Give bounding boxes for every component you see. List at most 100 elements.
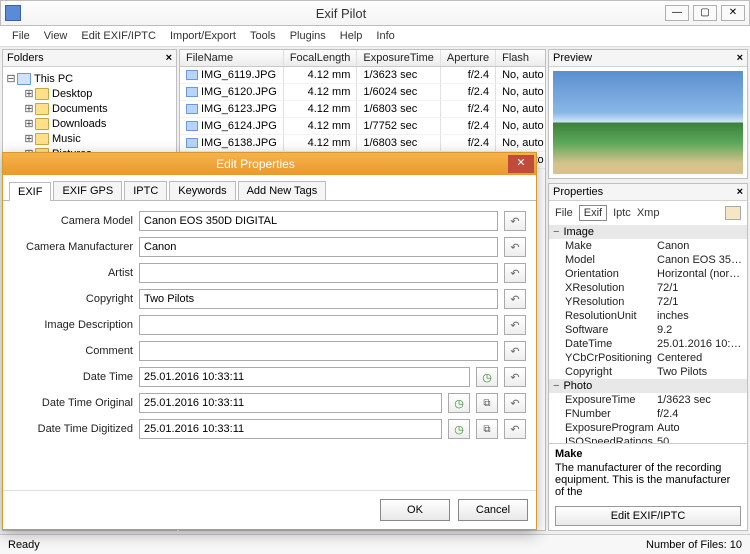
- menu-tools[interactable]: Tools: [244, 28, 282, 44]
- input-artist[interactable]: [139, 263, 498, 283]
- ok-button[interactable]: OK: [380, 499, 450, 521]
- property-row[interactable]: XResolution72/1: [549, 281, 747, 295]
- undo-button[interactable]: [504, 419, 526, 439]
- input-image-description[interactable]: [139, 315, 498, 335]
- clock-icon[interactable]: [476, 367, 498, 387]
- preview-title: Preview: [553, 52, 592, 64]
- property-group[interactable]: Image: [549, 225, 747, 239]
- property-row[interactable]: MakeCanon: [549, 239, 747, 253]
- property-value: 1/3623 sec: [657, 394, 743, 406]
- input-date-time-digitized[interactable]: [139, 419, 442, 439]
- input-camera-model[interactable]: [139, 211, 498, 231]
- edit-exif-iptc-button[interactable]: Edit EXIF/IPTC: [555, 506, 741, 526]
- tab-exif[interactable]: EXIF: [9, 182, 51, 201]
- tree-documents[interactable]: ⊞Documents: [5, 101, 174, 116]
- close-button[interactable]: ✕: [721, 5, 745, 21]
- tab-file[interactable]: File: [555, 207, 573, 219]
- chevron-right-icon[interactable]: ⊞: [23, 102, 35, 115]
- tab-add-new-tags[interactable]: Add New Tags: [238, 181, 327, 200]
- col-exposuretime[interactable]: ExposureTime: [357, 50, 441, 67]
- property-row[interactable]: OrientationHorizontal (normal): [549, 267, 747, 281]
- table-row[interactable]: IMG_6119.JPG4.12 mm1/3623 secf/2.4No, au…: [180, 67, 546, 84]
- menu-view[interactable]: View: [38, 28, 74, 44]
- col-aperture[interactable]: Aperture: [440, 50, 495, 67]
- folder-tree[interactable]: ⊟This PC ⊞Desktop ⊞Documents ⊞Downloads …: [3, 67, 176, 165]
- property-row[interactable]: YResolution72/1: [549, 295, 747, 309]
- input-date-time[interactable]: [139, 367, 470, 387]
- undo-button[interactable]: [504, 211, 526, 231]
- undo-button[interactable]: [504, 237, 526, 257]
- dialog-close-button[interactable]: ✕: [508, 155, 534, 173]
- table-row[interactable]: IMG_6138.JPG4.12 mm1/6803 secf/2.4No, au…: [180, 135, 546, 152]
- properties-config-button[interactable]: [725, 206, 741, 220]
- undo-button[interactable]: [504, 263, 526, 283]
- folder-icon: [35, 103, 49, 115]
- property-row[interactable]: ExposureTime1/3623 sec: [549, 393, 747, 407]
- property-row[interactable]: YCbCrPositioningCentered: [549, 351, 747, 365]
- col-focallength[interactable]: FocalLength: [283, 50, 357, 67]
- menu-import-export[interactable]: Import/Export: [164, 28, 242, 44]
- property-key: Make: [565, 240, 657, 252]
- table-row[interactable]: IMG_6120.JPG4.12 mm1/6024 secf/2.4No, au…: [180, 84, 546, 101]
- table-row[interactable]: IMG_6123.JPG4.12 mm1/6803 secf/2.4No, au…: [180, 101, 546, 118]
- property-row[interactable]: DateTime25.01.2016 10:3...: [549, 337, 747, 351]
- chevron-right-icon[interactable]: ⊞: [23, 87, 35, 100]
- chevron-right-icon[interactable]: ⊞: [23, 117, 35, 130]
- menu-edit-exif-iptc[interactable]: Edit EXIF/IPTC: [75, 28, 162, 44]
- col-flash[interactable]: Flash: [496, 50, 546, 67]
- properties-list[interactable]: ImageMakeCanonModelCanon EOS 350...Orien…: [549, 225, 747, 443]
- property-row[interactable]: Software9.2: [549, 323, 747, 337]
- tree-music[interactable]: ⊞Music: [5, 131, 174, 146]
- property-row[interactable]: ModelCanon EOS 350...: [549, 253, 747, 267]
- tab-exif[interactable]: Exif: [579, 205, 607, 221]
- property-key: ResolutionUnit: [565, 310, 657, 322]
- property-row[interactable]: ISOSpeedRatings50: [549, 435, 747, 443]
- tree-this-pc[interactable]: ⊟This PC: [5, 71, 174, 86]
- col-filename[interactable]: FileName: [180, 50, 283, 67]
- undo-button[interactable]: [504, 315, 526, 335]
- tab-exif-gps[interactable]: EXIF GPS: [53, 181, 122, 200]
- preview-close-button[interactable]: ×: [737, 52, 743, 64]
- properties-close-button[interactable]: ×: [737, 186, 743, 198]
- tab-xmp[interactable]: Xmp: [637, 207, 660, 219]
- input-copyright[interactable]: [139, 289, 498, 309]
- menu-plugins[interactable]: Plugins: [284, 28, 332, 44]
- chevron-right-icon[interactable]: ⊞: [23, 132, 35, 145]
- tab-iptc[interactable]: IPTC: [124, 181, 167, 200]
- undo-button[interactable]: [504, 393, 526, 413]
- tree-desktop[interactable]: ⊞Desktop: [5, 86, 174, 101]
- image-file-icon: [186, 87, 198, 97]
- table-row[interactable]: IMG_6124.JPG4.12 mm1/7752 secf/2.4No, au…: [180, 118, 546, 135]
- edit-properties-dialog: Edit Properties ✕ EXIF EXIF GPS IPTC Key…: [2, 152, 537, 530]
- chevron-down-icon[interactable]: ⊟: [5, 72, 17, 85]
- tab-keywords[interactable]: Keywords: [169, 181, 235, 200]
- menu-help[interactable]: Help: [334, 28, 369, 44]
- undo-button[interactable]: [504, 341, 526, 361]
- tab-iptc[interactable]: Iptc: [613, 207, 631, 219]
- maximize-button[interactable]: ▢: [693, 5, 717, 21]
- property-group[interactable]: Photo: [549, 379, 747, 393]
- dialog-title: Edit Properties: [3, 157, 508, 171]
- minimize-button[interactable]: —: [665, 5, 689, 21]
- menu-info[interactable]: Info: [370, 28, 400, 44]
- copy-button[interactable]: [476, 393, 498, 413]
- menu-file[interactable]: File: [6, 28, 36, 44]
- folders-close-button[interactable]: ×: [166, 52, 172, 64]
- property-row[interactable]: ResolutionUnitinches: [549, 309, 747, 323]
- copy-button[interactable]: [476, 419, 498, 439]
- property-row[interactable]: FNumberf/2.4: [549, 407, 747, 421]
- input-comment[interactable]: [139, 341, 498, 361]
- property-key: DateTime: [565, 338, 657, 350]
- input-camera-manufacturer[interactable]: [139, 237, 498, 257]
- tree-downloads[interactable]: ⊞Downloads: [5, 116, 174, 131]
- input-date-time-original[interactable]: [139, 393, 442, 413]
- undo-button[interactable]: [504, 367, 526, 387]
- property-row[interactable]: CopyrightTwo Pilots: [549, 365, 747, 379]
- dialog-title-bar[interactable]: Edit Properties ✕: [3, 153, 536, 175]
- property-row[interactable]: ExposureProgramAuto: [549, 421, 747, 435]
- clock-icon[interactable]: [448, 419, 470, 439]
- property-value: 25.01.2016 10:3...: [657, 338, 743, 350]
- cancel-button[interactable]: Cancel: [458, 499, 528, 521]
- undo-button[interactable]: [504, 289, 526, 309]
- clock-icon[interactable]: [448, 393, 470, 413]
